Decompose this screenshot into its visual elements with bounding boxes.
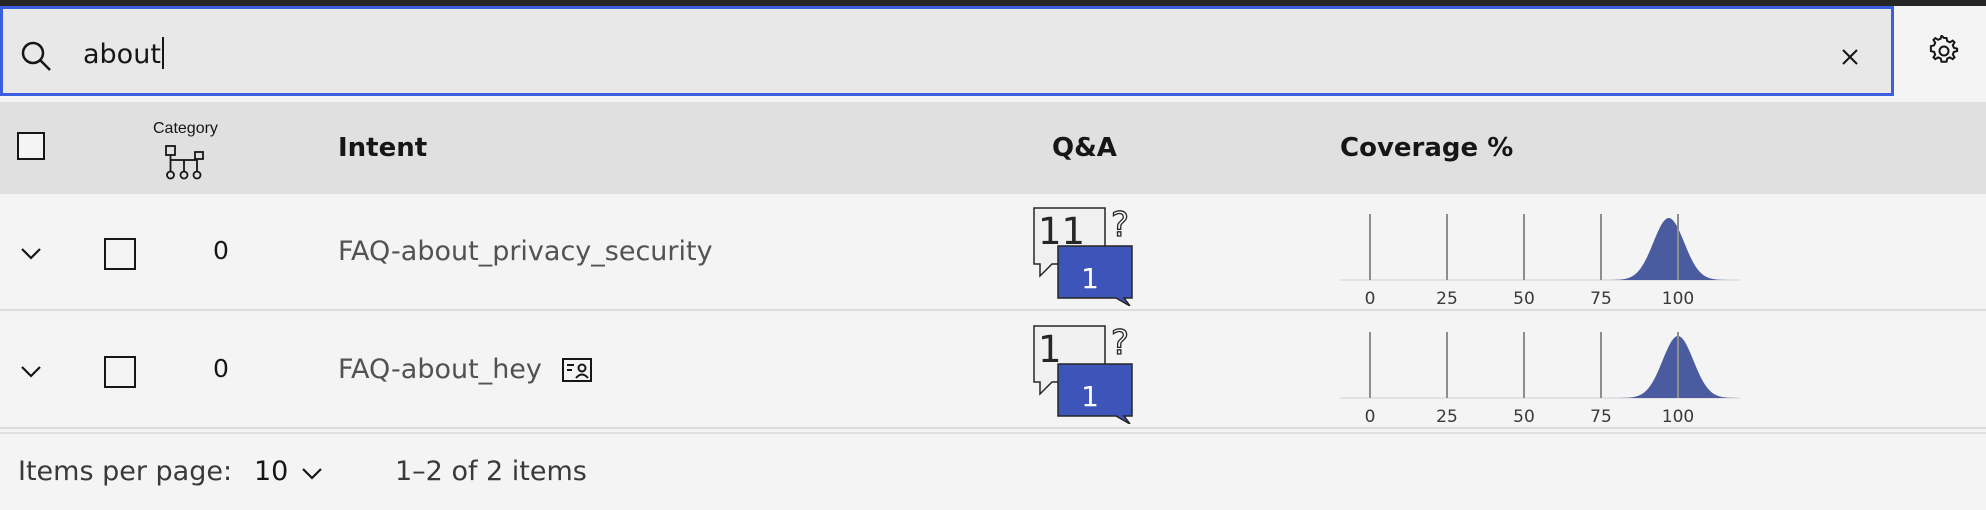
qa-examples-count: 11: [1038, 210, 1085, 253]
items-per-page-value: 10: [254, 456, 289, 487]
settings-button[interactable]: [1900, 6, 1986, 96]
items-per-page-select[interactable]: 10: [252, 452, 332, 492]
row-checkbox[interactable]: [104, 238, 136, 270]
coverage-tick-label: 0: [1365, 289, 1376, 309]
intent-header[interactable]: Intent: [338, 133, 427, 163]
coverage-tick-label: 100: [1662, 289, 1694, 309]
question-mark-icon: ?: [1111, 324, 1129, 363]
intent-link[interactable]: FAQ-about_hey: [338, 354, 592, 385]
chevron-down-icon[interactable]: [18, 358, 44, 384]
coverage-chart: 0 25 50 75 100: [1340, 332, 1740, 427]
qa-answers-count: 1: [1081, 380, 1099, 413]
category-count: 0: [213, 236, 229, 265]
pagination-bar: Items per page: 10 1–2 of 2 items: [0, 432, 1986, 510]
qa-answers-count: 1: [1081, 262, 1099, 295]
close-icon[interactable]: [1833, 40, 1867, 74]
qa-badge[interactable]: 11 1 ?: [1030, 206, 1134, 306]
coverage-tick-label: 0: [1365, 407, 1376, 427]
chevron-down-icon: [302, 468, 322, 480]
intent-name-text[interactable]: FAQ-about_hey: [338, 354, 542, 385]
coverage-distribution: [1607, 218, 1731, 280]
coverage-chart: 0 25 50 75 100: [1340, 214, 1740, 309]
table-row[interactable]: 0 FAQ-about_privacy_security 11 1 ? 0 25 5…: [0, 194, 1986, 311]
coverage-tick-label: 75: [1590, 289, 1612, 309]
table-header: Category Intent Q&A Coverage %: [0, 102, 1986, 194]
select-all-checkbox[interactable]: [17, 132, 45, 160]
search-value: about: [83, 39, 161, 70]
coverage-tick-label: 100: [1662, 407, 1694, 427]
text-caret: [161, 37, 164, 69]
search-bar[interactable]: about: [0, 6, 1894, 96]
items-per-page-label: Items per page:: [18, 456, 233, 487]
gear-icon: [1929, 35, 1959, 63]
qa-header[interactable]: Q&A: [1052, 133, 1117, 163]
search-input[interactable]: about: [83, 37, 164, 72]
coverage-tick-label: 25: [1436, 407, 1458, 427]
contact-card-icon: [561, 358, 592, 382]
coverage-tick-label: 75: [1590, 407, 1612, 427]
table-row[interactable]: 0 FAQ-about_hey 1 1 ? 0 25 50 75 100: [0, 312, 1986, 429]
category-header-label: Category: [153, 120, 218, 137]
coverage-tick-label: 25: [1436, 289, 1458, 309]
coverage-header[interactable]: Coverage %: [1340, 133, 1513, 163]
row-checkbox[interactable]: [104, 356, 136, 388]
question-mark-icon: ?: [1111, 206, 1129, 245]
search-icon: [21, 41, 51, 71]
chevron-down-icon[interactable]: [18, 240, 44, 266]
coverage-tick-label: 50: [1513, 407, 1535, 427]
category-count: 0: [213, 354, 229, 383]
category-tree-icon: [165, 145, 204, 180]
pagination-range: 1–2 of 2 items: [395, 456, 587, 487]
coverage-tick-label: 50: [1513, 289, 1535, 309]
qa-examples-count: 1: [1038, 328, 1062, 371]
intent-link[interactable]: FAQ-about_privacy_security: [338, 236, 713, 267]
qa-badge[interactable]: 1 1 ?: [1030, 324, 1134, 424]
